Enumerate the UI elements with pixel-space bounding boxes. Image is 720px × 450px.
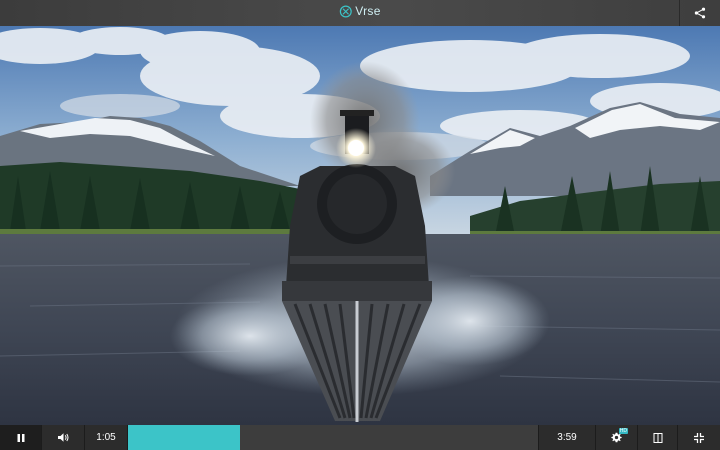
- volume-button[interactable]: [42, 425, 85, 450]
- exit-fullscreen-button[interactable]: [678, 425, 720, 450]
- pause-button[interactable]: [0, 425, 42, 450]
- control-bar: 1:05 3:59 HD: [0, 425, 720, 450]
- pause-icon: [17, 433, 24, 442]
- vr-mode-button[interactable]: [638, 425, 678, 450]
- share-button[interactable]: [679, 0, 720, 26]
- top-bar: Vrse: [0, 0, 720, 26]
- current-time: 1:05: [85, 425, 128, 450]
- share-icon: [694, 7, 706, 19]
- brand-name: Vrse: [355, 4, 381, 18]
- volume-icon: [57, 433, 68, 442]
- brand: Vrse: [339, 4, 380, 18]
- settings-button[interactable]: HD: [596, 425, 638, 450]
- progress-fill: [128, 425, 240, 450]
- progress-bar[interactable]: [128, 425, 538, 450]
- vrse-logo-icon: [339, 5, 352, 17]
- video-frame[interactable]: [0, 26, 720, 425]
- exit-fullscreen-icon: [694, 432, 704, 443]
- vr-mode-icon: [653, 432, 662, 443]
- total-time: 3:59: [538, 425, 596, 450]
- hd-badge: HD: [618, 428, 628, 434]
- video-player: Vrse 1:05 3:59 HD: [0, 0, 720, 450]
